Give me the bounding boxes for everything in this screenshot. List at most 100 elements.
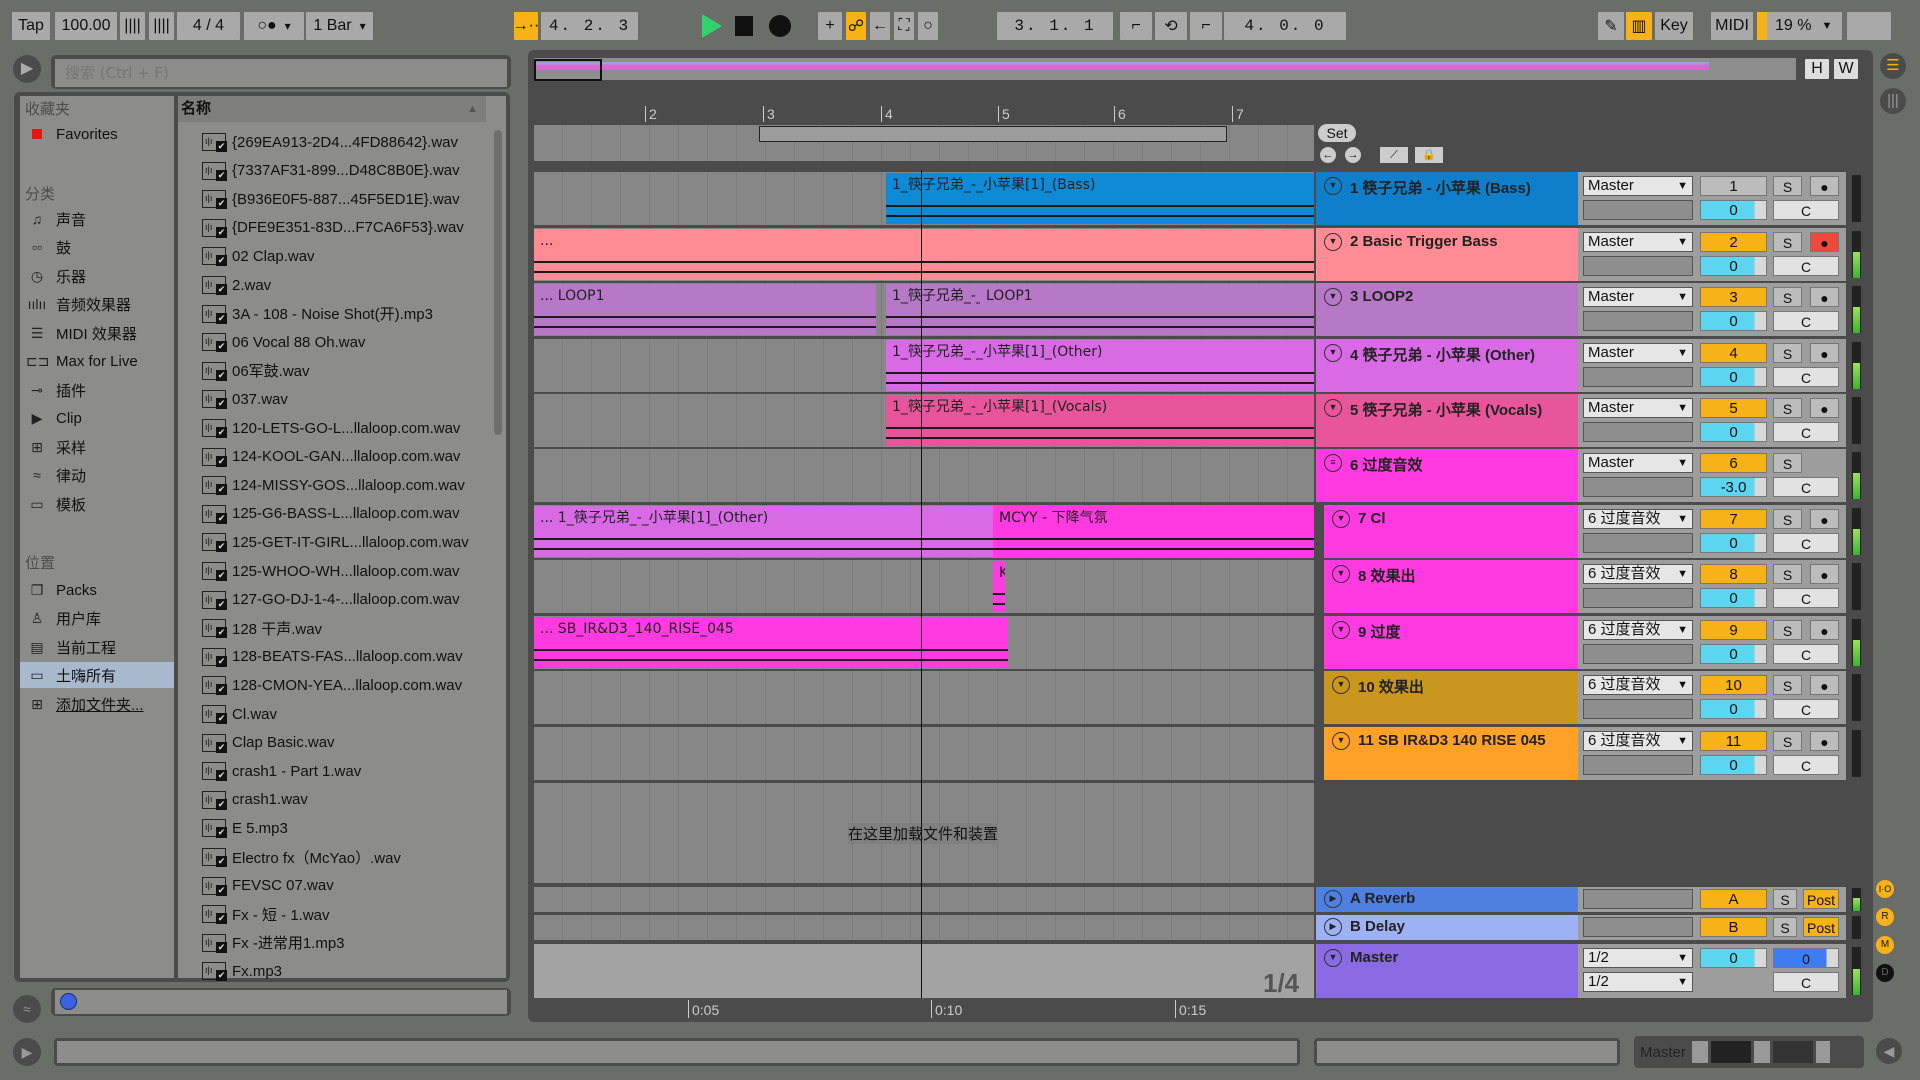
track-fold-icon[interactable]: ▼ bbox=[1324, 177, 1342, 195]
sidebar-item-user-library[interactable]: ♙ 用户库 bbox=[20, 605, 174, 631]
capture-button[interactable]: ⛶ bbox=[894, 12, 914, 40]
output-routing-dropdown[interactable]: Master bbox=[1583, 287, 1693, 307]
track-activator-button[interactable]: 9 bbox=[1700, 620, 1767, 640]
crossfade-button[interactable]: C bbox=[1773, 256, 1839, 276]
track-volume-field[interactable]: 0 bbox=[1700, 422, 1767, 442]
play-button[interactable] bbox=[702, 14, 722, 38]
arm-button[interactable]: ● bbox=[1810, 398, 1839, 418]
master-fold-icon[interactable]: ▼ bbox=[1324, 949, 1342, 967]
output-routing-dropdown[interactable]: Master bbox=[1583, 453, 1693, 473]
track-header[interactable]: ▼ 7 Cl bbox=[1324, 505, 1578, 558]
output-routing-dropdown[interactable]: 6 过度音效 bbox=[1583, 620, 1693, 640]
file-item[interactable]: ı|ı 128 干声.wav bbox=[202, 615, 322, 641]
output-routing-dropdown[interactable]: 6 过度音效 bbox=[1583, 564, 1693, 584]
device-thumb[interactable] bbox=[1710, 1041, 1751, 1063]
sidebar-item-samples[interactable]: ⊞ 采样 bbox=[20, 434, 174, 460]
file-item[interactable]: ı|ı Fx -进常用1.mp3 bbox=[202, 930, 345, 956]
previous-locator-button[interactable]: ← bbox=[1320, 147, 1336, 163]
delay-toggle-button[interactable]: D bbox=[1876, 964, 1894, 982]
master-lane[interactable] bbox=[534, 944, 1314, 998]
loop-length-field[interactable]: 4. 0. 0 bbox=[1224, 12, 1346, 40]
track-fold-icon[interactable]: ▼ bbox=[1324, 399, 1342, 417]
re-enable-automation-button[interactable]: ← bbox=[870, 12, 890, 40]
routing-sub-field[interactable] bbox=[1583, 699, 1693, 719]
crossfade-button[interactable]: C bbox=[1773, 699, 1839, 719]
track-header[interactable]: ▼ 1 筷子兄弟 - 小苹果 (Bass) bbox=[1316, 172, 1578, 225]
browser-search-input[interactable] bbox=[55, 59, 507, 87]
record-button[interactable] bbox=[769, 15, 791, 37]
arm-button[interactable]: ● bbox=[1810, 675, 1839, 695]
solo-button[interactable]: S bbox=[1773, 343, 1802, 363]
group-fold-icon[interactable]: ≡ bbox=[1324, 454, 1342, 472]
audio-clip[interactable]: LOOP1 bbox=[980, 284, 1314, 335]
track-lane[interactable] bbox=[534, 727, 1314, 780]
output-routing-dropdown[interactable]: Master bbox=[1583, 176, 1693, 196]
file-item[interactable]: ı|ı crash1 - Part 1.wav bbox=[202, 758, 361, 784]
audio-clip[interactable]: 1_筷子兄弟_-_小苹果[1]_(Bass) bbox=[886, 173, 1314, 224]
device-chain-overview[interactable]: Master bbox=[1634, 1036, 1864, 1068]
device-thumb[interactable] bbox=[1772, 1041, 1813, 1063]
file-item[interactable]: ı|ı 125-WHOO-WH...llaloop.com.wav bbox=[202, 558, 460, 584]
track-fold-icon[interactable]: ▼ bbox=[1332, 676, 1350, 694]
overdub-button[interactable]: + bbox=[818, 12, 842, 40]
routing-sub-field[interactable] bbox=[1583, 256, 1693, 276]
return-activator-button[interactable]: B bbox=[1700, 917, 1767, 937]
arm-button[interactable]: ● bbox=[1810, 509, 1839, 529]
sidebar-item-plugins[interactable]: ⊸ 插件 bbox=[20, 377, 174, 403]
track-activator-button[interactable]: 11 bbox=[1700, 731, 1767, 751]
sidebar-item-drums[interactable]: ▫▫ 鼓 bbox=[20, 234, 174, 260]
file-item[interactable]: ı|ı {B936E0F5-887...45F5ED1E}.wav bbox=[202, 186, 460, 212]
file-item[interactable]: ı|ı 3A - 108 - Noise Shot(开).mp3 bbox=[202, 301, 433, 327]
track-lane[interactable] bbox=[534, 449, 1314, 502]
arm-button[interactable]: ● bbox=[1810, 343, 1839, 363]
arm-button[interactable]: ● bbox=[1810, 232, 1839, 252]
cue-volume-field[interactable]: 0 bbox=[1773, 948, 1839, 968]
routing-sub-field[interactable] bbox=[1583, 755, 1693, 775]
sidebar-item-instruments[interactable]: ◷ 乐器 bbox=[20, 263, 174, 289]
track-header[interactable]: ▼ 8 效果出 bbox=[1324, 560, 1578, 613]
optimize-height-button[interactable]: H bbox=[1805, 59, 1829, 79]
solo-button[interactable]: S bbox=[1773, 287, 1802, 307]
solo-button[interactable]: S bbox=[1773, 889, 1797, 909]
nudge-down-button[interactable]: |||| bbox=[120, 12, 145, 40]
track-header[interactable]: ▼ 11 SB IR&D3 140 RISE 045 bbox=[1324, 727, 1578, 780]
detail-collapse-button[interactable]: ◀ bbox=[1876, 1038, 1902, 1064]
file-item[interactable]: ı|ı {269EA913-2D4...4FD88642}.wav bbox=[202, 129, 458, 155]
device-thumb[interactable] bbox=[1691, 1041, 1708, 1063]
draw-mode-button[interactable]: ✎ bbox=[1598, 12, 1624, 40]
file-item[interactable]: ı|ı 128-BEATS-FAS...llaloop.com.wav bbox=[202, 644, 463, 670]
track-fold-icon[interactable]: ▼ bbox=[1324, 344, 1342, 362]
midi-map-button[interactable]: MIDI bbox=[1711, 12, 1753, 40]
sidebar-item-add-folder[interactable]: ⊞ 添加文件夹... bbox=[20, 691, 174, 717]
arrangement-view-toggle[interactable]: ||| bbox=[1880, 88, 1906, 114]
crossfader[interactable]: C bbox=[1773, 972, 1839, 992]
crossfade-button[interactable]: C bbox=[1773, 311, 1839, 331]
file-item[interactable]: ı|ı 127-GO-DJ-1-4-...llaloop.com.wav bbox=[202, 587, 460, 613]
cue-output-dropdown[interactable]: 1/2 bbox=[1583, 948, 1693, 968]
link-button[interactable]: ⟋ bbox=[1380, 147, 1408, 163]
audio-clip[interactable]: MCYY - 下降气氛 bbox=[993, 506, 1314, 557]
return-activator-button[interactable]: A bbox=[1700, 889, 1767, 909]
crossfade-button[interactable]: C bbox=[1773, 755, 1839, 775]
groove-pool-toggle[interactable]: ≈ bbox=[13, 995, 41, 1023]
return-lane[interactable] bbox=[534, 915, 1314, 940]
solo-button[interactable]: S bbox=[1773, 731, 1802, 751]
post-send-button[interactable]: Post bbox=[1803, 889, 1839, 909]
sidebar-item-tuhai-folder[interactable]: ▭ 土嗨所有 bbox=[20, 662, 174, 688]
automation-arm-button[interactable]: ☍ bbox=[846, 12, 866, 40]
output-routing-dropdown[interactable]: Master bbox=[1583, 343, 1693, 363]
punch-in-button[interactable]: ⌐ bbox=[1120, 12, 1152, 40]
arm-button[interactable]: ● bbox=[1810, 620, 1839, 640]
track-activator-button[interactable]: 2 bbox=[1700, 232, 1767, 252]
quantize-dropdown[interactable]: 1 Bar bbox=[306, 12, 373, 40]
audio-clip[interactable]: 1_筷子兄弟_-_小苹果[1]_(Vocals) bbox=[886, 395, 1314, 446]
device-thumb[interactable] bbox=[1815, 1041, 1830, 1063]
routing-sub-field[interactable] bbox=[1583, 422, 1693, 442]
track-fold-icon[interactable]: ▼ bbox=[1332, 621, 1350, 639]
session-record-button[interactable]: ○ bbox=[918, 12, 938, 40]
arm-button[interactable]: ● bbox=[1810, 287, 1839, 307]
routing-sub-field[interactable] bbox=[1583, 311, 1693, 331]
tempo-field[interactable]: 100.00 bbox=[55, 12, 117, 40]
session-view-toggle[interactable]: ☰ bbox=[1880, 53, 1906, 79]
time-signature-field[interactable]: 4 / 4 bbox=[177, 12, 240, 40]
